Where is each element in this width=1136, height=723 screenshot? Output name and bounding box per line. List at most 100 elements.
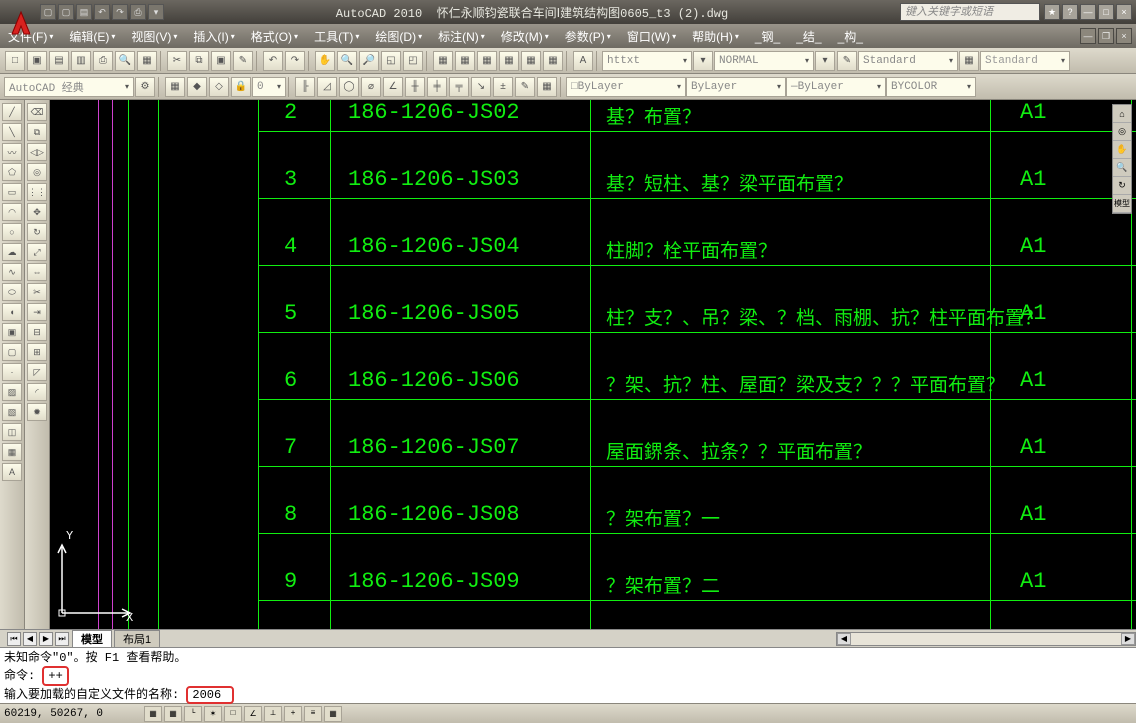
stretch-icon[interactable]: ⇔ bbox=[27, 263, 47, 281]
ellarc-icon[interactable]: ◖ bbox=[2, 303, 22, 321]
offset-icon[interactable]: ◎ bbox=[27, 163, 47, 181]
ellipse-icon[interactable]: ⬭ bbox=[2, 283, 22, 301]
calc-icon[interactable]: ▦ bbox=[543, 51, 563, 71]
extend-icon[interactable]: ⇥ bbox=[27, 303, 47, 321]
qat-more-icon[interactable]: ▾ bbox=[148, 4, 164, 20]
hatch-icon[interactable]: ▨ bbox=[2, 383, 22, 401]
explode-icon[interactable]: ✹ bbox=[27, 403, 47, 421]
workspace-combo[interactable]: AutoCAD 经典▾ bbox=[4, 77, 134, 97]
menu-steel[interactable]: _钢_ bbox=[747, 24, 788, 48]
redo-icon[interactable]: ↷ bbox=[285, 51, 305, 71]
nav-orbit-icon[interactable]: ↻ bbox=[1113, 177, 1131, 195]
qat-redo-icon[interactable]: ↷ bbox=[112, 4, 128, 20]
snap-toggle-icon[interactable]: ▦ bbox=[144, 706, 162, 722]
zoom-p-icon[interactable]: ◱ bbox=[381, 51, 401, 71]
undo-icon[interactable]: ↶ bbox=[263, 51, 283, 71]
height-pick-icon[interactable]: ▾ bbox=[693, 51, 713, 71]
point-icon[interactable]: · bbox=[2, 363, 22, 381]
dyn-toggle-icon[interactable]: + bbox=[284, 706, 302, 722]
dim-style-icon[interactable]: ▦ bbox=[537, 77, 557, 97]
tab-layout1[interactable]: 布局1 bbox=[114, 630, 160, 647]
pline-icon[interactable]: 〰 bbox=[2, 143, 22, 161]
menu-window[interactable]: 窗口(W)▾ bbox=[619, 24, 684, 48]
spline-icon[interactable]: ∿ bbox=[2, 263, 22, 281]
lineweight-combo[interactable]: BYCOLOR▾ bbox=[886, 77, 976, 97]
polygon-icon[interactable]: ⬠ bbox=[2, 163, 22, 181]
menu-param[interactable]: 参数(P)▾ bbox=[557, 24, 619, 48]
break-icon[interactable]: ⊟ bbox=[27, 323, 47, 341]
new-icon[interactable]: □ bbox=[5, 51, 25, 71]
hscrollbar[interactable]: ◀ ▶ bbox=[836, 632, 1136, 646]
table-style-combo[interactable]: Standard▾ bbox=[980, 51, 1070, 71]
nav-home-icon[interactable]: ⌂ bbox=[1113, 105, 1131, 123]
drawing-canvas[interactable]: 2186-1206-JS02基？布置？A13186-1206-JS03基？短柱、… bbox=[50, 100, 1136, 629]
minimize-icon[interactable]: — bbox=[1080, 4, 1096, 20]
save-icon[interactable]: ▤ bbox=[49, 51, 69, 71]
nav-pan-icon[interactable]: ✋ bbox=[1113, 141, 1131, 159]
doc-min-icon[interactable]: — bbox=[1080, 28, 1096, 44]
maximize-icon[interactable]: □ bbox=[1098, 4, 1114, 20]
dim-ang-icon[interactable]: ∠ bbox=[383, 77, 403, 97]
ducs-toggle-icon[interactable]: ⟂ bbox=[264, 706, 282, 722]
match-icon[interactable]: ✎ bbox=[233, 51, 253, 71]
zoom-r-icon[interactable]: 🔍 bbox=[337, 51, 357, 71]
menu-gou[interactable]: _构_ bbox=[830, 24, 871, 48]
tab-first-icon[interactable]: ⏮ bbox=[7, 632, 21, 646]
rotate-icon[interactable]: ↻ bbox=[27, 223, 47, 241]
layer-mgr-icon[interactable]: ▦ bbox=[165, 77, 185, 97]
menu-help[interactable]: 帮助(H)▾ bbox=[684, 24, 747, 48]
qat-open-icon[interactable]: ▢ bbox=[58, 4, 74, 20]
menu-draw[interactable]: 绘图(D)▾ bbox=[367, 24, 430, 48]
doc-restore-icon[interactable]: ❐ bbox=[1098, 28, 1114, 44]
mirror-icon[interactable]: ◁▷ bbox=[27, 143, 47, 161]
nav-zoom-icon[interactable]: 🔍 bbox=[1113, 159, 1131, 177]
open-icon[interactable]: ▣ bbox=[27, 51, 47, 71]
polar-toggle-icon[interactable]: ✶ bbox=[204, 706, 222, 722]
menu-jie[interactable]: _结_ bbox=[788, 24, 829, 48]
saveas-icon[interactable]: ▥ bbox=[71, 51, 91, 71]
cut-icon[interactable]: ✂ bbox=[167, 51, 187, 71]
copy2-icon[interactable]: ⧉ bbox=[27, 123, 47, 141]
circle-icon[interactable]: ○ bbox=[2, 223, 22, 241]
qat-undo-icon[interactable]: ↶ bbox=[94, 4, 110, 20]
rect-icon[interactable]: ▭ bbox=[2, 183, 22, 201]
hscroll-right-icon[interactable]: ▶ bbox=[1121, 633, 1135, 645]
close-icon[interactable]: × bbox=[1116, 4, 1132, 20]
arc-icon[interactable]: ◠ bbox=[2, 203, 22, 221]
dim-quick-icon[interactable]: ╤ bbox=[449, 77, 469, 97]
qat-print-icon[interactable]: ⎙ bbox=[130, 4, 146, 20]
doc-close-icon[interactable]: × bbox=[1116, 28, 1132, 44]
ssm-icon[interactable]: ▦ bbox=[499, 51, 519, 71]
help-icon[interactable]: ? bbox=[1062, 4, 1078, 20]
pan-icon[interactable]: ✋ bbox=[315, 51, 335, 71]
fillet-icon[interactable]: ◜ bbox=[27, 383, 47, 401]
move-icon[interactable]: ✥ bbox=[27, 203, 47, 221]
block-icon[interactable]: ▢ bbox=[2, 343, 22, 361]
join-icon[interactable]: ⊞ bbox=[27, 343, 47, 361]
tab-prev-icon[interactable]: ◀ bbox=[23, 632, 37, 646]
dim-tol-icon[interactable]: ± bbox=[493, 77, 513, 97]
layer-states-icon[interactable]: ◆ bbox=[187, 77, 207, 97]
markup-icon[interactable]: ▦ bbox=[521, 51, 541, 71]
qat-new-icon[interactable]: ▢ bbox=[40, 4, 56, 20]
copy-icon[interactable]: ⧉ bbox=[189, 51, 209, 71]
dim-dia-icon[interactable]: ⌀ bbox=[361, 77, 381, 97]
plot-icon[interactable]: ⎙ bbox=[93, 51, 113, 71]
preview-icon[interactable]: 🔍 bbox=[115, 51, 135, 71]
nav-wheel-icon[interactable]: ◎ bbox=[1113, 123, 1131, 141]
props-icon[interactable]: ▦ bbox=[433, 51, 453, 71]
dim-linear-icon[interactable]: ╟ bbox=[295, 77, 315, 97]
line-icon[interactable]: ╱ bbox=[2, 103, 22, 121]
linetype-combo[interactable]: — ByLayer▾ bbox=[786, 77, 886, 97]
erase-icon[interactable]: ⌫ bbox=[27, 103, 47, 121]
region-icon[interactable]: ◫ bbox=[2, 423, 22, 441]
menu-edit[interactable]: 编辑(E)▾ bbox=[61, 24, 123, 48]
ortho-toggle-icon[interactable]: └ bbox=[184, 706, 202, 722]
dim-edit-icon[interactable]: ✎ bbox=[515, 77, 535, 97]
text-style-combo[interactable]: Standard▾ bbox=[858, 51, 958, 71]
qat-save-icon[interactable]: ▤ bbox=[76, 4, 92, 20]
revcloud-icon[interactable]: ☁ bbox=[2, 243, 22, 261]
command-window[interactable]: 未知命令"0"。按 F1 查看帮助。 命令: ++ 输入要加载的自定义文件的名称… bbox=[0, 647, 1136, 703]
menu-tools[interactable]: 工具(T)▾ bbox=[306, 24, 367, 48]
dim-style-combo[interactable]: NORMAL▾ bbox=[714, 51, 814, 71]
